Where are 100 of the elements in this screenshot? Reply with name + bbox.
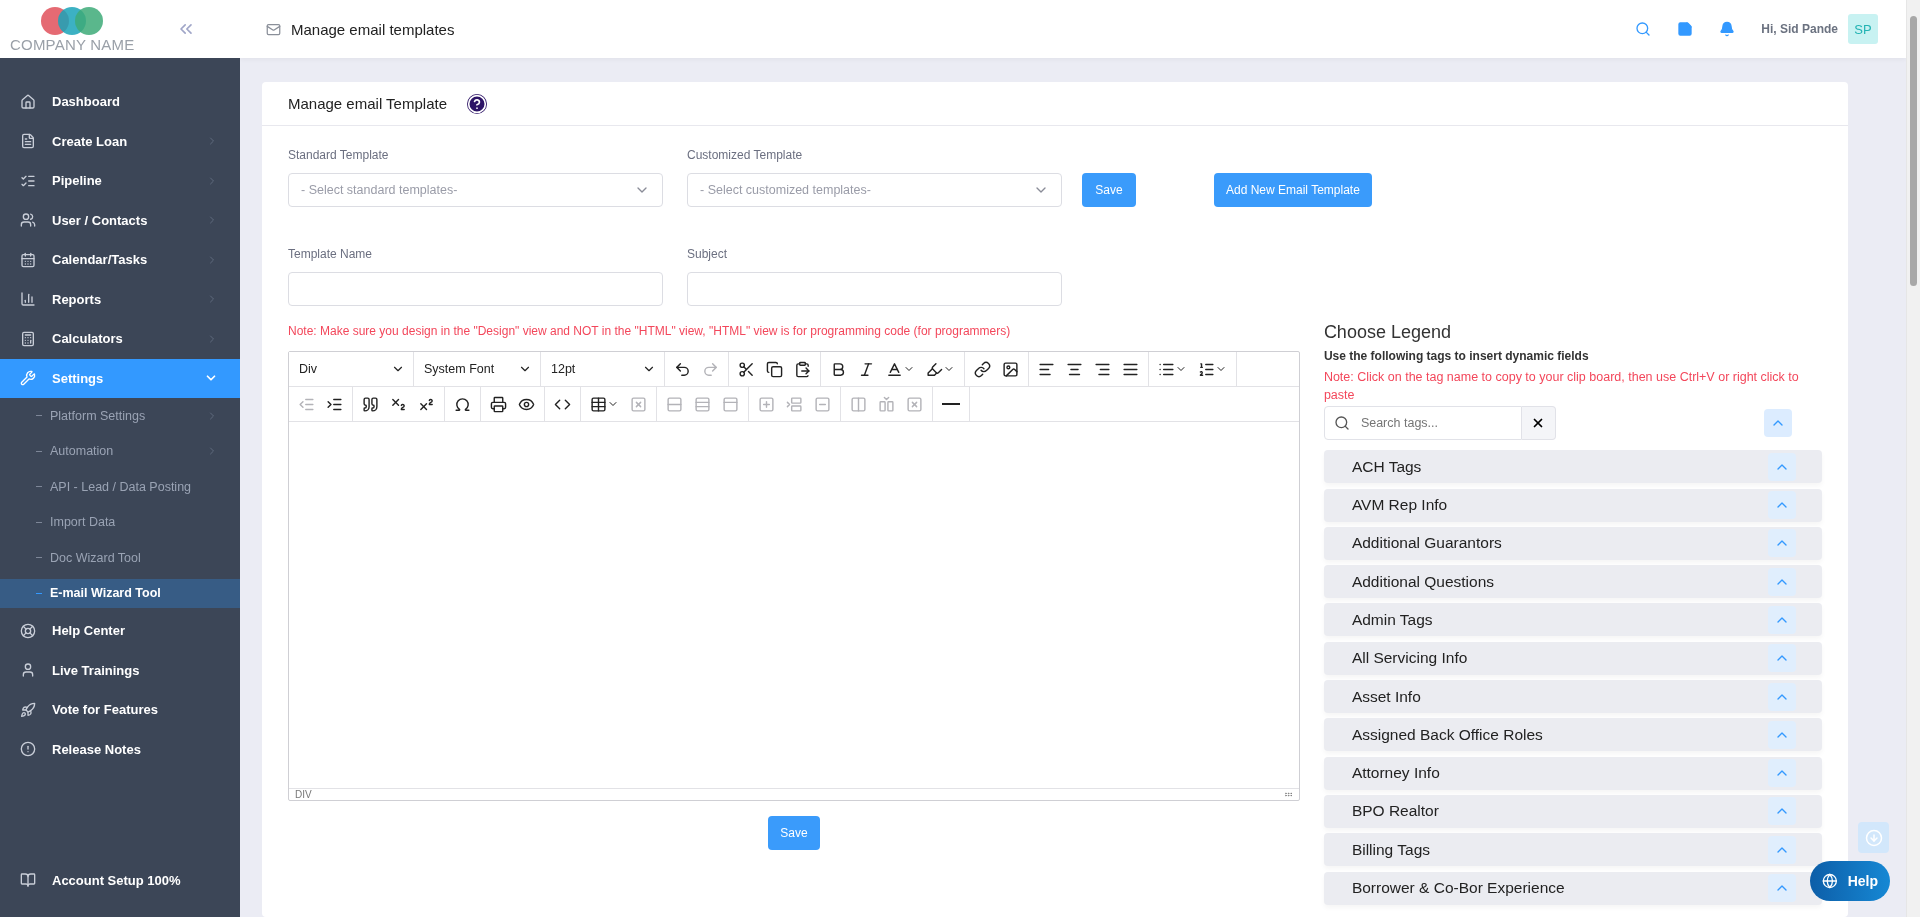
legend-subtitle: Use the following tags to insert dynamic fields: [1323, 349, 1590, 363]
person-icon: [20, 662, 36, 679]
horizontal-line-icon: [942, 403, 960, 405]
sidebar-item-label: Release Notes: [52, 741, 142, 757]
sidebar-subitem[interactable]: Automation: [0, 436, 240, 466]
collapse-button[interactable]: [1768, 529, 1796, 558]
table-delete-icon: [630, 395, 647, 413]
sidebar-item-label: Settings: [52, 370, 105, 386]
collapse-button[interactable]: [1768, 797, 1796, 826]
tag-group-header[interactable]: Assigned Back Office Roles: [1323, 718, 1822, 752]
collapse-button[interactable]: [1768, 874, 1796, 903]
lifebuoy-icon: [20, 622, 36, 639]
sidebar-subitem[interactable]: E-mail Wizard Tool: [0, 578, 240, 608]
company-name: COMPANY NAME: [10, 35, 135, 53]
tag-group-label: BPO Realtor: [1351, 802, 1439, 821]
collapse-all-button[interactable]: [1764, 409, 1792, 437]
quote-icon: [362, 395, 379, 413]
collapse-button[interactable]: [1768, 759, 1796, 788]
wrench-icon: [20, 370, 36, 387]
link-icon: [974, 360, 991, 378]
tag-group-label: AVM Rep Info: [1351, 496, 1448, 515]
field-label: Subject: [687, 247, 729, 261]
tag-group-header[interactable]: Additional Questions: [1323, 565, 1822, 599]
input-field[interactable]: [288, 272, 663, 306]
tag-group-label: Additional Guarantors: [1351, 534, 1502, 553]
sidebar-item[interactable]: Release Notes: [0, 729, 240, 769]
collapse-button[interactable]: [1768, 682, 1796, 711]
clear-button[interactable]: [1521, 406, 1556, 440]
scrollbar-thumb[interactable]: [1910, 16, 1917, 286]
chart-icon: [20, 291, 36, 308]
omega-icon: [454, 395, 471, 413]
print-icon: [490, 395, 507, 413]
sidebar-subitem-label: Doc Wizard Tool: [50, 550, 142, 565]
rich-text-editor[interactable]: Div System Font 12pt DIV: [288, 351, 1300, 801]
sidebar-item[interactable]: Help Center: [0, 611, 240, 651]
tag-group-label: Attorney Info: [1351, 764, 1440, 783]
sidebar-item-label: Help Center: [52, 623, 126, 639]
sidebar-subitem[interactable]: Import Data: [0, 507, 240, 537]
sidebar-item-label: Calculators: [52, 331, 124, 347]
field-label: Customized Template: [687, 148, 804, 162]
sidebar-item[interactable]: Calendar/Tasks: [0, 240, 240, 280]
image-icon: [1002, 360, 1019, 378]
copy-icon: [766, 360, 783, 378]
text-color-icon: [886, 360, 903, 378]
document-icon: [20, 133, 36, 150]
collapse-button[interactable]: [1768, 720, 1796, 749]
sidebar-item[interactable]: User / Contacts: [0, 200, 240, 240]
account-setup-link[interactable]: Account Setup 100%: [52, 872, 181, 888]
table-icon: [590, 395, 607, 413]
alert-icon: [20, 741, 36, 758]
tag-group-header[interactable]: All Servicing Info: [1323, 641, 1822, 675]
input-field[interactable]: [687, 272, 1062, 306]
tag-group-header[interactable]: BPO Realtor: [1323, 794, 1822, 828]
field-label: Template Name: [288, 247, 374, 261]
collapse-button[interactable]: [1768, 644, 1796, 673]
tag-group-header[interactable]: Attorney Info: [1323, 756, 1822, 790]
sidebar-item[interactable]: Reports: [0, 279, 240, 319]
sidebar-item[interactable]: Calculators: [0, 319, 240, 359]
table-remove-icon: [906, 395, 923, 413]
dash-icon: [36, 450, 42, 452]
italic-icon: [858, 360, 875, 378]
mail-icon: [266, 21, 281, 37]
collapse-button[interactable]: [1768, 491, 1796, 520]
help-icon[interactable]: [467, 93, 487, 114]
sidebar-item[interactable]: Create Loan: [0, 121, 240, 161]
paste-icon: [794, 360, 811, 378]
tag-group-header[interactable]: Borrower & Co-Bor Experience: [1323, 871, 1822, 905]
sidebar-item[interactable]: Dashboard: [0, 82, 240, 122]
dash-icon: [36, 557, 42, 559]
tag-group-header[interactable]: Additional Guarantors: [1323, 526, 1822, 560]
collapse-button[interactable]: [1768, 452, 1796, 481]
sidebar-subitem[interactable]: API - Lead / Data Posting: [0, 472, 240, 502]
sidebar-item[interactable]: Vote for Features: [0, 690, 240, 730]
collapse-button[interactable]: [1768, 606, 1796, 634]
resize-handle-icon[interactable]: [1283, 790, 1293, 799]
search-field[interactable]: Search tags...: [1323, 406, 1522, 440]
collapse-button[interactable]: [1768, 835, 1796, 864]
redo-icon: [702, 360, 719, 378]
sidebar-item-label: Live Trainings: [52, 662, 141, 678]
sidebar-subitem[interactable]: Platform Settings: [0, 401, 240, 431]
tag-group-header[interactable]: Asset Info: [1323, 680, 1822, 714]
user-greeting: Hi, Sid Pande: [1761, 22, 1838, 36]
collapse-button[interactable]: [1768, 567, 1796, 596]
scrollbar[interactable]: [1906, 0, 1920, 917]
tag-group-header[interactable]: Admin Tags: [1323, 603, 1822, 637]
numbered-list-icon: [1198, 360, 1215, 378]
bell-icon: [1719, 21, 1736, 37]
dash-icon: [36, 592, 42, 594]
sidebar-subitem[interactable]: Doc Wizard Tool: [0, 543, 240, 573]
sidebar-item[interactable]: Pipeline: [0, 161, 240, 201]
sidebar-subitem-label: Platform Settings: [50, 408, 147, 423]
format-dropdown[interactable]: Div: [289, 352, 414, 386]
sidebar-subitem-label: E-mail Wizard Tool: [50, 586, 162, 601]
sidebar-item[interactable]: Live Trainings: [0, 650, 240, 690]
tag-group-header[interactable]: AVM Rep Info: [1323, 488, 1822, 522]
tag-group-header[interactable]: Billing Tags: [1323, 833, 1822, 867]
tag-group-label: Admin Tags: [1351, 611, 1433, 629]
help-button[interactable]: Help: [1810, 861, 1890, 901]
tag-group-header[interactable]: ACH Tags: [1323, 450, 1822, 484]
legend-note: Note: Click on the tag name to copy to your clip board, then use Ctrl+V or right click to paste: [1323, 369, 1800, 404]
